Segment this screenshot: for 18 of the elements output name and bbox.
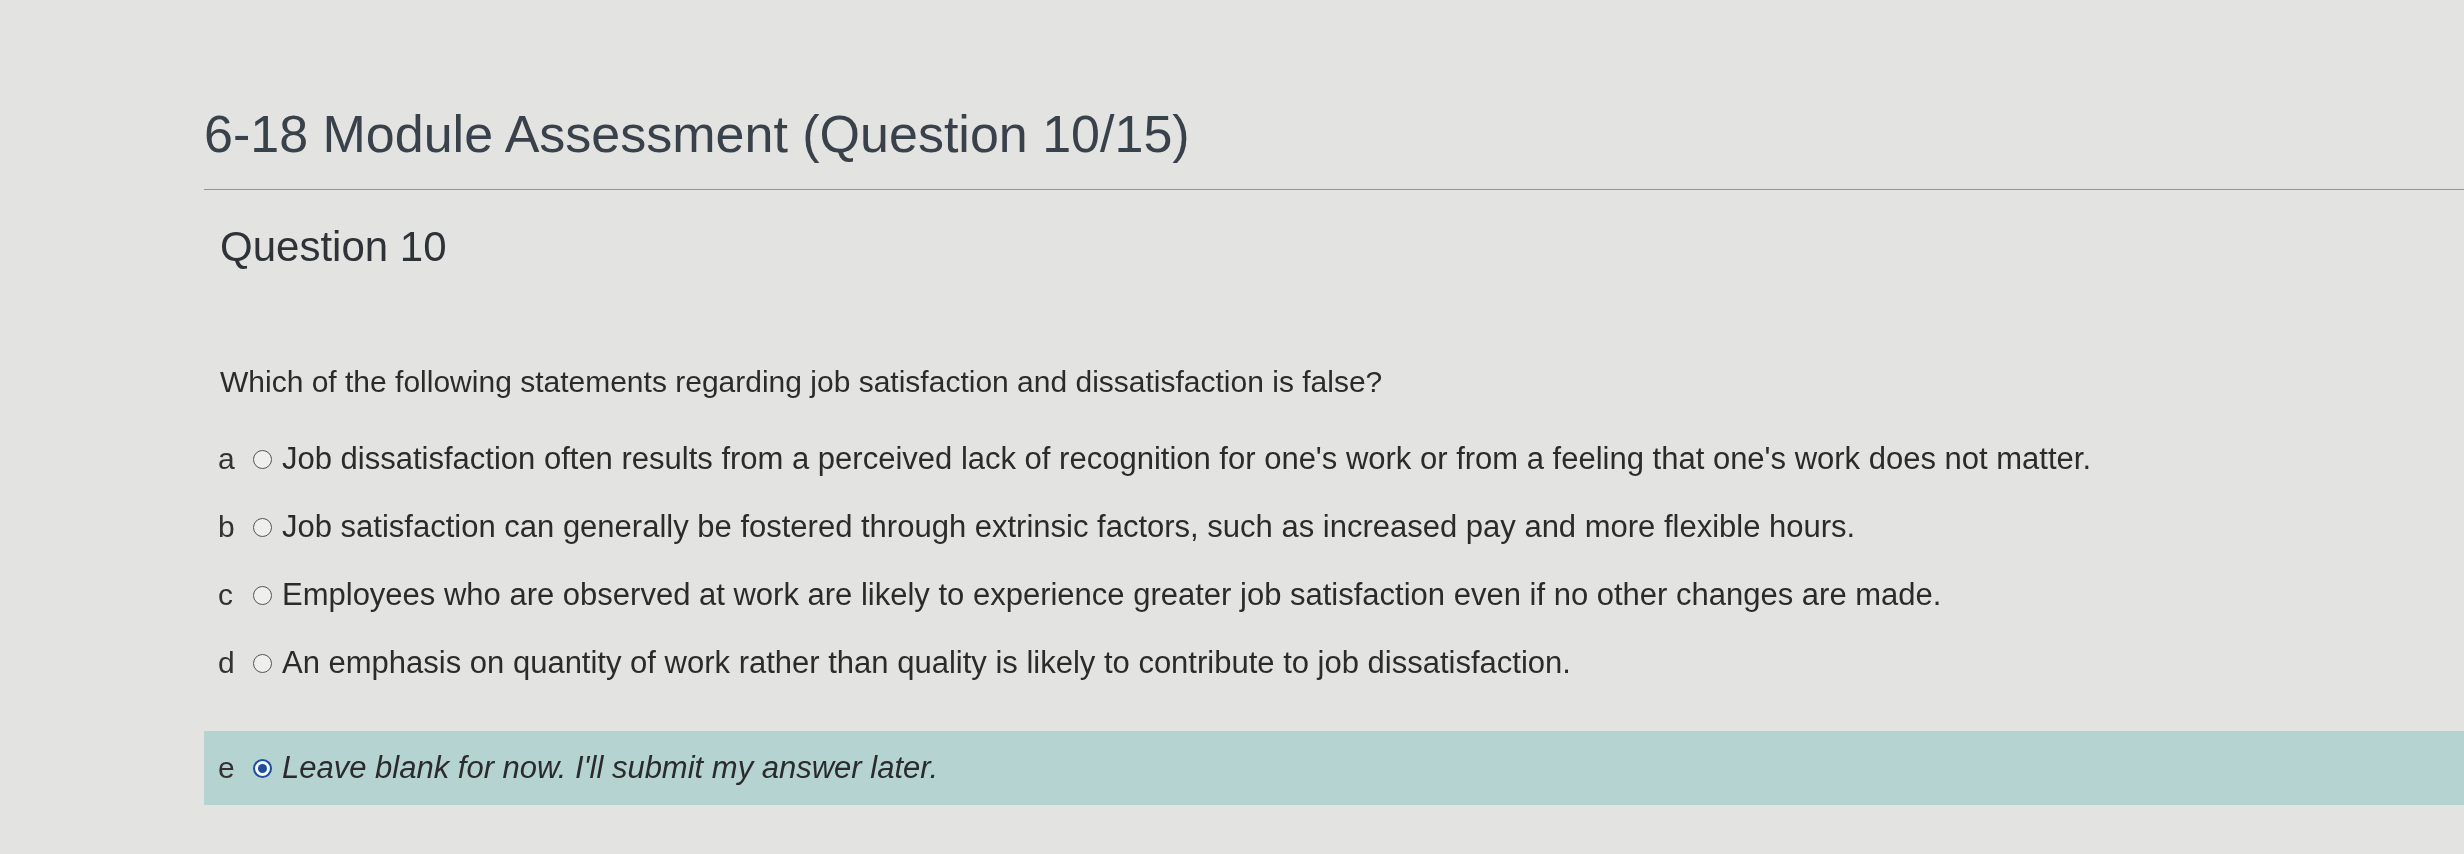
- question-text: Which of the following statements regarding job satisfaction and dissatisfaction is false?: [220, 364, 1383, 400]
- option-text[interactable]: Job dissatisfaction often results from a perceived lack of recognition for one's work or from a feeling that one's work does not matter.: [282, 441, 2091, 477]
- option-letter: e: [218, 750, 236, 786]
- radio-button[interactable]: [253, 585, 272, 605]
- option-letter: d: [218, 645, 236, 681]
- page-title: 6-18 Module Assessment (Question 10/15): [204, 104, 1190, 164]
- option-text[interactable]: An emphasis on quantity of work rather than quality is likely to contribute to job dissatisfaction.: [282, 645, 1571, 681]
- option-text[interactable]: Job satisfaction can generally be fostered through extrinsic factors, such as increased pay and more flexible hours.: [282, 509, 1856, 545]
- radio-button[interactable]: [253, 653, 272, 673]
- option-text[interactable]: Employees who are observed at work are likely to experience greater job satisfaction even if no other changes are made.: [282, 577, 1942, 613]
- option-text[interactable]: Leave blank for now. I'll submit my answer later.: [282, 750, 939, 786]
- radio-button[interactable]: [253, 449, 272, 469]
- option-letter: b: [218, 509, 236, 545]
- question-heading: Question 10: [220, 223, 447, 271]
- option-letter: c: [218, 577, 234, 613]
- radio-button[interactable]: [253, 517, 272, 537]
- option-letter: a: [218, 441, 236, 477]
- radio-button[interactable]: [253, 758, 272, 778]
